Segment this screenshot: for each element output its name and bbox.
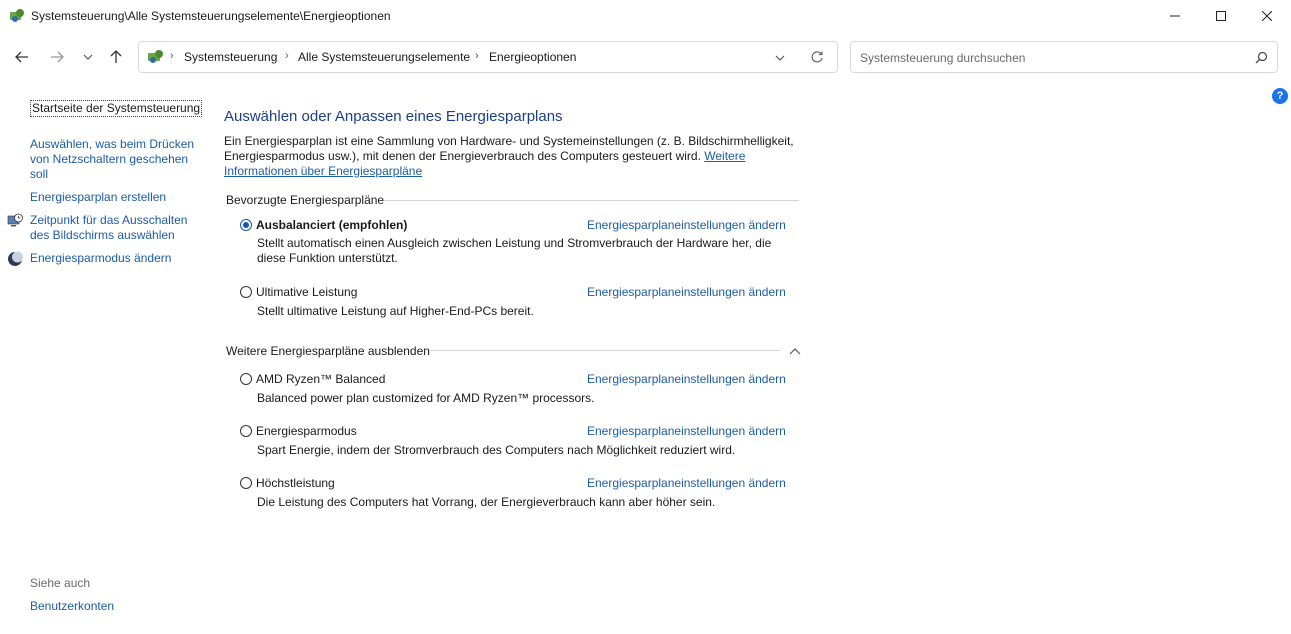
plan-description: Balanced power plan customized for AMD R…	[257, 391, 595, 405]
forward-button[interactable]	[43, 43, 71, 71]
help-button[interactable]: ?	[1272, 88, 1288, 104]
plan-description: Die Leistung des Computers hat Vorrang, …	[257, 495, 716, 509]
chevron-right-icon: ›	[170, 50, 174, 62]
plan-description: Stellt automatisch einen Ausgleich zwisc…	[257, 236, 772, 265]
close-button[interactable]	[1244, 0, 1290, 32]
plan-name[interactable]: Höchstleistung	[256, 476, 335, 490]
plan-radio-amd-balanced[interactable]	[240, 373, 252, 385]
plan-radio-energiesparmodus[interactable]	[240, 425, 252, 437]
minimize-button[interactable]	[1152, 0, 1198, 32]
change-plan-settings-link[interactable]: Energiesparplaneinstellungen ändern	[587, 285, 786, 299]
back-button[interactable]	[8, 43, 36, 71]
title-bar: Systemsteuerung\Alle Systemsteuerungsele…	[0, 0, 1291, 32]
control-panel-icon	[9, 8, 25, 24]
moon-icon	[7, 251, 23, 267]
breadcrumb-systemsteuerung[interactable]: Systemsteuerung	[184, 50, 277, 64]
plan-description: Spart Energie, indem der Stromverbrauch …	[257, 443, 736, 457]
see-also-heading: Siehe auch	[30, 576, 91, 590]
search-placeholder: Systemsteuerung durchsuchen	[860, 51, 1026, 65]
page-title: Auswählen oder Anpassen eines Energiespa…	[224, 108, 563, 125]
window-title: Systemsteuerung\Alle Systemsteuerungsele…	[31, 9, 391, 23]
divider	[384, 200, 799, 201]
address-bar[interactable]: › Systemsteuerung › Alle Systemsteuerung…	[138, 41, 838, 73]
refresh-icon[interactable]	[810, 50, 824, 67]
page-description: Ein Energiesparplan ist eine Sammlung vo…	[224, 134, 794, 179]
sidebar-item-power-buttons[interactable]: Auswählen, was beim Drücken von Netzscha…	[30, 137, 205, 182]
change-plan-settings-link[interactable]: Energiesparplaneinstellungen ändern	[587, 476, 786, 490]
sidebar-home-link[interactable]: Startseite der Systemsteuerung	[30, 100, 203, 117]
breadcrumb-energieoptionen[interactable]: Energieoptionen	[489, 50, 576, 64]
chevron-right-icon[interactable]: ›	[285, 50, 289, 62]
change-plan-settings-link[interactable]: Energiesparplaneinstellungen ändern	[587, 372, 786, 386]
preferred-plans-heading: Bevorzugte Energiesparpläne	[226, 193, 385, 207]
divider	[430, 350, 780, 351]
sidebar-item-create-plan[interactable]: Energiesparplan erstellen	[30, 190, 166, 205]
sidebar-item-sleep-mode[interactable]: Energiesparmodus ändern	[30, 251, 171, 266]
sidebar-item-display-off[interactable]: Zeitpunkt für das Ausschalten des Bildsc…	[30, 213, 205, 243]
control-panel-icon	[147, 49, 165, 68]
hide-plans-toggle-label[interactable]: Weitere Energiesparpläne ausblenden	[226, 344, 430, 358]
plan-name[interactable]: Energiesparmodus	[256, 424, 357, 438]
plan-radio-ultimative[interactable]	[240, 286, 252, 298]
plan-radio-hoechstleistung[interactable]	[240, 477, 252, 489]
plan-radio-ausbalanciert[interactable]	[240, 219, 252, 231]
search-icon[interactable]	[1255, 51, 1268, 67]
maximize-button[interactable]	[1198, 0, 1244, 32]
chevron-down-icon[interactable]	[775, 52, 785, 66]
monitor-clock-icon	[7, 213, 23, 229]
breadcrumb-alle-elemente[interactable]: Alle Systemsteuerungselemente	[298, 50, 470, 64]
change-plan-settings-link[interactable]: Energiesparplaneinstellungen ändern	[587, 424, 786, 438]
search-box[interactable]: Systemsteuerung durchsuchen	[850, 41, 1278, 73]
navigation-bar: › Systemsteuerung › Alle Systemsteuerung…	[0, 32, 1291, 86]
plan-description: Stellt ultimative Leistung auf Higher-En…	[257, 304, 534, 318]
chevron-right-icon[interactable]: ›	[475, 50, 479, 62]
change-plan-settings-link[interactable]: Energiesparplaneinstellungen ändern	[587, 218, 786, 232]
chevron-up-icon[interactable]	[789, 345, 801, 359]
recent-locations-button[interactable]	[74, 43, 102, 71]
plan-name[interactable]: Ultimative Leistung	[256, 285, 357, 299]
plan-name[interactable]: Ausbalanciert (empfohlen)	[256, 218, 407, 232]
sidebar-item-user-accounts[interactable]: Benutzerkonten	[30, 599, 114, 613]
plan-name[interactable]: AMD Ryzen™ Balanced	[256, 372, 385, 386]
up-button[interactable]	[102, 43, 130, 71]
